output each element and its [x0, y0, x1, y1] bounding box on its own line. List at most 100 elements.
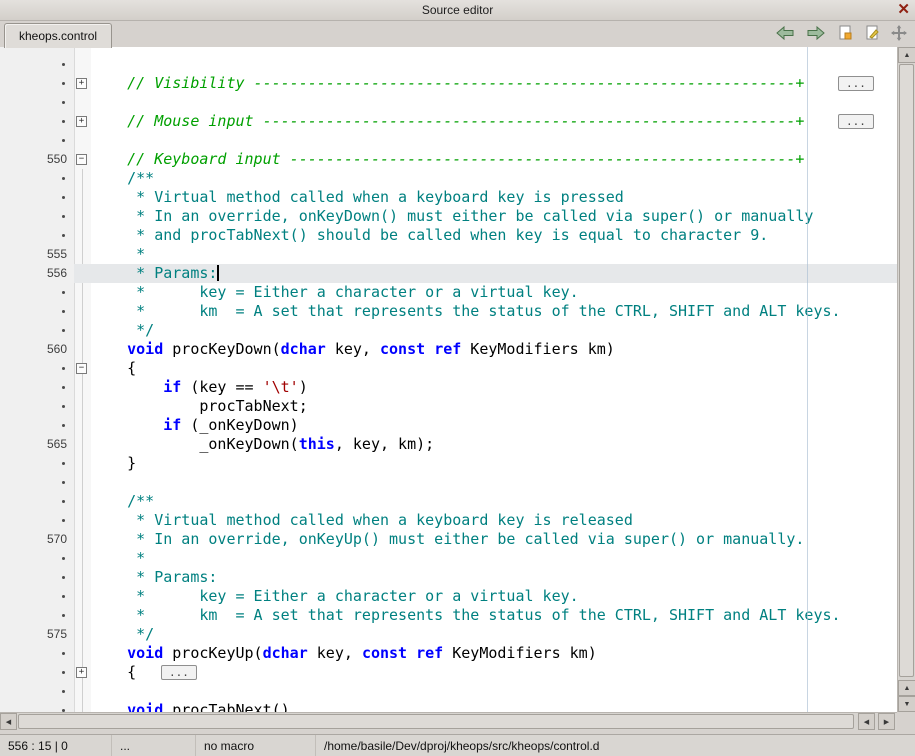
code-row[interactable]: /**: [0, 169, 897, 188]
go-back-icon[interactable]: [775, 25, 795, 41]
scroll-left-icon[interactable]: ◀: [858, 713, 875, 730]
title-bar: Source editor ✕: [0, 0, 915, 21]
code-row[interactable]: * Virtual method called when a keyboard …: [0, 188, 897, 207]
code-text: * Params:: [91, 264, 897, 283]
line-dot: [0, 359, 74, 378]
code-row[interactable]: * key = Either a character or a virtual …: [0, 283, 897, 302]
code-text: *: [91, 549, 897, 568]
code-row[interactable]: void procTabNext(): [0, 701, 897, 712]
code-text: * km = A set that represents the status …: [91, 606, 897, 625]
line-dot: [0, 378, 74, 397]
code-row[interactable]: if (key == '\t'): [0, 378, 897, 397]
code-text: // Visibility --------------------------…: [91, 74, 897, 93]
code-row[interactable]: /**: [0, 492, 897, 511]
code-row[interactable]: 575 */: [0, 625, 897, 644]
code-text: /**: [91, 492, 897, 511]
code-row[interactable]: * km = A set that represents the status …: [0, 302, 897, 321]
go-forward-icon[interactable]: [806, 25, 826, 41]
text-caret: [217, 265, 219, 281]
scroll-up-icon[interactable]: ▲: [898, 680, 915, 696]
code-row[interactable]: [0, 682, 897, 701]
vertical-scroll-thumb[interactable]: [899, 64, 914, 677]
fold-cell: [74, 435, 91, 454]
code-row[interactable]: + // Visibility ------------------------…: [0, 74, 897, 93]
vertical-scrollbar[interactable]: ▲ ▲ ▼: [897, 47, 915, 712]
fold-cell: [74, 245, 91, 264]
code-row[interactable]: + {...: [0, 663, 897, 682]
code-text: [91, 93, 897, 112]
code-row[interactable]: * key = Either a character or a virtual …: [0, 587, 897, 606]
fold-cell: [74, 568, 91, 587]
code-row[interactable]: * Virtual method called when a keyboard …: [0, 511, 897, 530]
editor-frame: + // Visibility ------------------------…: [0, 47, 915, 730]
code-text: {...: [91, 663, 897, 682]
fold-cell: [74, 701, 91, 712]
fold-cell: [74, 55, 91, 74]
line-dot: [0, 587, 74, 606]
code-row[interactable]: void procKeyUp(dchar key, const ref KeyM…: [0, 644, 897, 663]
collapsed-code-box[interactable]: ...: [838, 76, 874, 91]
code-row[interactable]: 556 * Params:: [0, 264, 897, 283]
code-row[interactable]: 560 void procKeyDown(dchar key, const re…: [0, 340, 897, 359]
code-row[interactable]: [0, 473, 897, 492]
code-row[interactable]: * In an override, onKeyDown() must eithe…: [0, 207, 897, 226]
code-row[interactable]: + // Mouse input -----------------------…: [0, 112, 897, 131]
code-row[interactable]: * km = A set that represents the status …: [0, 606, 897, 625]
fold-cell: [74, 511, 91, 530]
fold-cell: [74, 416, 91, 435]
code-text: */: [91, 625, 897, 644]
scroll-right-icon[interactable]: ▶: [878, 713, 895, 730]
line-dot: [0, 207, 74, 226]
code-row[interactable]: * and procTabNext() should be called whe…: [0, 226, 897, 245]
code-text: [91, 131, 897, 150]
horizontal-scroll-thumb[interactable]: [18, 714, 854, 729]
code-row[interactable]: 555 *: [0, 245, 897, 264]
code-text: *: [91, 245, 897, 264]
fold-collapse-icon[interactable]: −: [76, 154, 87, 165]
line-dot: [0, 606, 74, 625]
code-row[interactable]: 550− // Keyboard input -----------------…: [0, 150, 897, 169]
code-text: * In an override, onKeyDown() must eithe…: [91, 207, 897, 226]
save-as-icon[interactable]: [864, 25, 880, 41]
line-dot: [0, 169, 74, 188]
line-dot: [0, 283, 74, 302]
status-pane-2: ...: [112, 735, 196, 756]
detach-editor-icon[interactable]: [891, 25, 907, 41]
code-row[interactable]: */: [0, 321, 897, 340]
scroll-down-icon[interactable]: ▼: [898, 696, 915, 712]
fold-expand-icon[interactable]: +: [76, 78, 87, 89]
code-row[interactable]: procTabNext;: [0, 397, 897, 416]
line-dot: [0, 473, 74, 492]
line-dot: [0, 397, 74, 416]
tab-kheops-control[interactable]: kheops.control: [4, 23, 112, 48]
code-text: {: [91, 359, 897, 378]
scroll-up-icon[interactable]: ▲: [898, 47, 915, 63]
fold-expand-icon[interactable]: +: [76, 667, 87, 678]
code-row[interactable]: − {: [0, 359, 897, 378]
collapsed-code-box[interactable]: ...: [161, 665, 197, 680]
code-text: void procKeyDown(dchar key, const ref Ke…: [91, 340, 897, 359]
scroll-left-icon[interactable]: ◀: [0, 713, 17, 730]
fold-expand-icon[interactable]: +: [76, 116, 87, 127]
fold-collapse-icon[interactable]: −: [76, 363, 87, 374]
code-row[interactable]: * Params:: [0, 568, 897, 587]
close-icon[interactable]: ✕: [897, 2, 910, 17]
horizontal-scrollbar[interactable]: ◀ ◀ ▶: [0, 712, 897, 730]
code-row[interactable]: 570 * In an override, onKeyUp() must eit…: [0, 530, 897, 549]
code-row[interactable]: [0, 93, 897, 112]
code-row[interactable]: [0, 55, 897, 74]
fold-cell: [74, 454, 91, 473]
code-row[interactable]: [0, 131, 897, 150]
fold-cell: [74, 397, 91, 416]
save-document-icon[interactable]: [837, 25, 853, 41]
collapsed-code-box[interactable]: ...: [838, 114, 874, 129]
line-dot: [0, 701, 74, 712]
fold-cell: [74, 169, 91, 188]
code-row[interactable]: }: [0, 454, 897, 473]
code-text: if (key == '\t'): [91, 378, 897, 397]
code-editor[interactable]: + // Visibility ------------------------…: [0, 47, 897, 712]
macro-status: no macro: [196, 735, 316, 756]
code-row[interactable]: *: [0, 549, 897, 568]
code-row[interactable]: 565 _onKeyDown(this, key, km);: [0, 435, 897, 454]
code-row[interactable]: if (_onKeyDown): [0, 416, 897, 435]
